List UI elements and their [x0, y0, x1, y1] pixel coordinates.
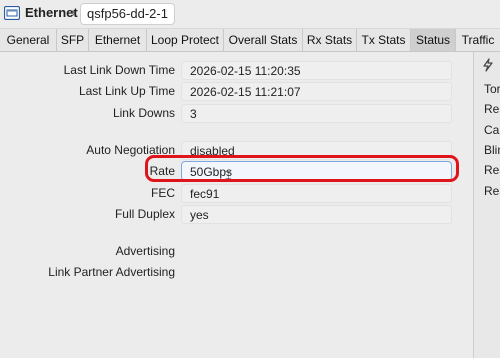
side-item-6[interactable]: Res: [484, 184, 500, 198]
full-duplex-label: Full Duplex: [114, 207, 175, 221]
advertising-label: Advertising: [115, 244, 175, 258]
side-item-1[interactable]: Torc: [484, 82, 500, 96]
window-title: Ethernet: [25, 5, 78, 20]
last-link-up-time-label: Last Link Up Time: [78, 84, 175, 98]
side-item-2[interactable]: Res: [484, 102, 500, 116]
text-cursor-icon: ⌶: [225, 170, 232, 182]
tab-overall-stats[interactable]: Overall Stats: [224, 29, 303, 51]
title-bar: Ethernet › qsfp56-dd-2-1: [0, 0, 500, 29]
tab-ethernet[interactable]: Ethernet: [89, 29, 147, 51]
fec-field: fec91: [181, 184, 452, 203]
fec-label: FEC: [151, 186, 175, 200]
rate-highlight-annotation: [145, 155, 459, 182]
interface-name-breadcrumb[interactable]: qsfp56-dd-2-1: [80, 3, 175, 25]
link-partner-advertising-label: Link Partner Advertising: [48, 265, 175, 279]
ethernet-port-icon: [4, 6, 20, 20]
side-item-3[interactable]: Cab: [484, 123, 500, 137]
tab-tx-stats[interactable]: Tx Stats: [357, 29, 411, 51]
tab-sfp[interactable]: SFP: [57, 29, 89, 51]
tab-rx-stats[interactable]: Rx Stats: [303, 29, 357, 51]
last-link-down-time-field: 2026-02-15 11:20:35: [181, 61, 452, 80]
full-duplex-field: yes: [181, 205, 452, 224]
tab-traffic[interactable]: Traffic: [456, 29, 500, 51]
tab-loop-protect[interactable]: Loop Protect: [147, 29, 224, 51]
last-link-down-time-label: Last Link Down Time: [63, 63, 175, 77]
lightning-icon[interactable]: [481, 58, 495, 72]
link-downs-label: Link Downs: [112, 106, 175, 120]
last-link-up-time-field: 2026-02-15 11:21:07: [181, 82, 452, 101]
breadcrumb-separator: ›: [71, 4, 76, 20]
tab-status[interactable]: Status: [411, 29, 456, 51]
link-downs-field: 3: [181, 104, 452, 123]
side-action-panel: Torc Res Cab Blin Res Res: [473, 52, 500, 358]
side-item-4[interactable]: Blin: [484, 143, 500, 157]
tab-general[interactable]: General: [0, 29, 57, 51]
side-item-5[interactable]: Res: [484, 163, 500, 177]
tab-bar: General SFP Ethernet Loop Protect Overal…: [0, 29, 500, 52]
